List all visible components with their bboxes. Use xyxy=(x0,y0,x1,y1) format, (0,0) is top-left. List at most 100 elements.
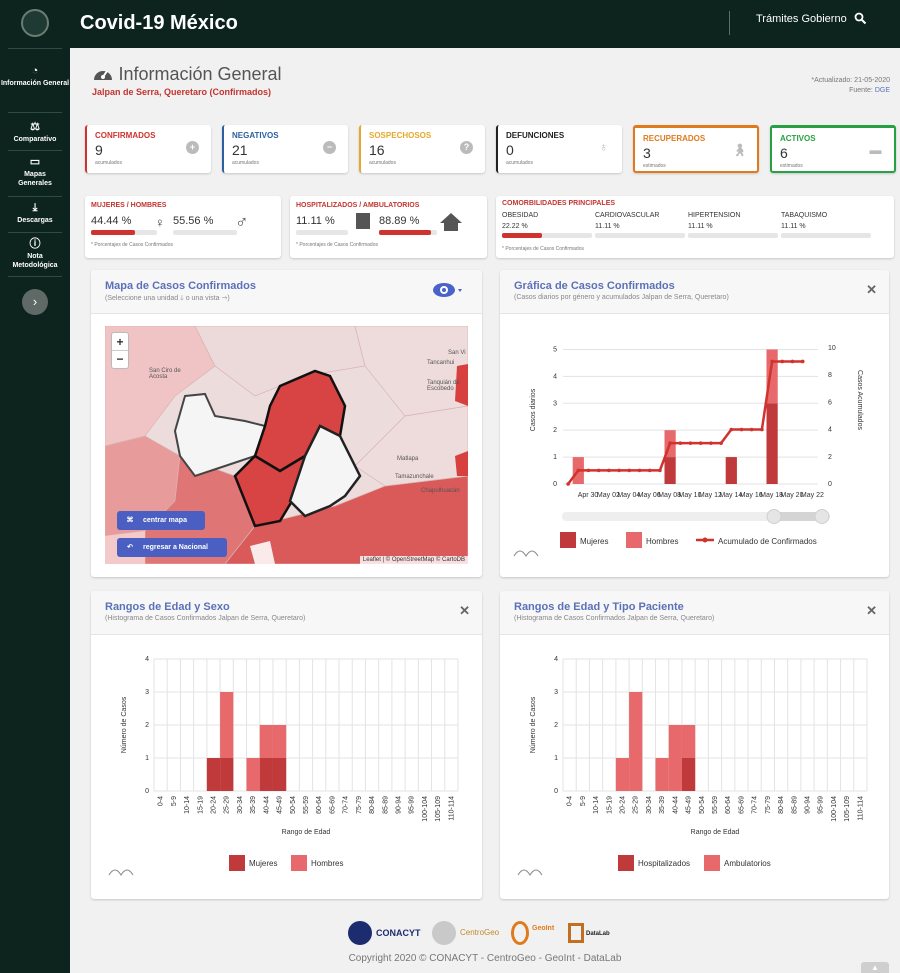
x-tick-label: 60-64 xyxy=(725,796,732,814)
view-selector[interactable] xyxy=(432,281,466,304)
y-tick-label: 0 xyxy=(145,788,149,795)
x-tick-label: 40-44 xyxy=(672,796,679,814)
panel-header xyxy=(500,591,889,635)
x-tick-label: 20-24 xyxy=(619,796,626,814)
stat-sub: acumulados xyxy=(369,160,396,166)
source-link[interactable]: DGE xyxy=(875,87,890,94)
zoom-out-button[interactable]: − xyxy=(112,351,128,368)
hospitalized-bar-track xyxy=(296,230,348,235)
sidebar-item-mapas-generales[interactable]: ▭ Mapas Generales xyxy=(0,157,70,188)
y-tick-label: 1 xyxy=(145,755,149,762)
tramites-link[interactable]: Trámites xyxy=(756,13,798,25)
search-icon[interactable] xyxy=(854,12,867,28)
stat-sub: acumulados xyxy=(506,160,533,166)
cumulative-point xyxy=(658,468,662,473)
updated-info: *Actualizado: 21-05-2020 Fuente: DGE xyxy=(811,77,890,94)
histogram-bar xyxy=(259,725,273,758)
sidebar-item-label: Comparativo xyxy=(13,136,57,143)
divider xyxy=(8,232,62,233)
zoom-in-button[interactable]: + xyxy=(112,333,128,351)
stat-sub: acumulados xyxy=(95,160,122,166)
y2-tick-label: 0 xyxy=(828,481,832,488)
back-to-national-button[interactable]: ↶ regresar a Nacional xyxy=(117,538,227,557)
x-tick-label: 30-34 xyxy=(237,796,244,814)
y-tick-label: 2 xyxy=(145,722,149,729)
stat-value: 9 xyxy=(95,142,103,158)
x-tick-label: Apr 30 xyxy=(578,492,599,499)
close-icon[interactable]: ✕ xyxy=(866,282,877,298)
legend-label: Mujeres xyxy=(249,859,277,868)
mexico-seal-logo[interactable] xyxy=(21,9,49,37)
range-slider-handle xyxy=(814,509,830,524)
balance-icon: ⚖ xyxy=(30,121,40,133)
close-icon[interactable]: ✕ xyxy=(459,603,470,619)
scroll-top-button[interactable]: ▲ xyxy=(861,962,889,973)
question-circle-icon: ? xyxy=(460,141,473,154)
center-icon: ⌘ xyxy=(126,517,134,524)
x-tick-label: 50-54 xyxy=(290,796,297,814)
map-place-label: Chapulhuacán xyxy=(421,488,460,494)
histogram-bar xyxy=(206,758,221,791)
panel-header xyxy=(91,591,482,635)
map-place-label: Tancanhui xyxy=(427,360,455,366)
legend-swatch xyxy=(560,532,576,548)
stat-value: 16 xyxy=(369,142,385,158)
cumulative-point xyxy=(739,427,744,432)
datalab-logo[interactable]: DataLab xyxy=(568,921,618,947)
chart-title: Rangos de Edad y Sexo xyxy=(105,601,230,613)
histogram-bar xyxy=(272,758,287,791)
map-attribution[interactable]: Leaflet | © OpenStreetMap © CartoDB xyxy=(359,556,468,564)
gobierno-link[interactable]: Gobierno xyxy=(801,13,846,25)
chart-title: Gráfica de Casos Confirmados xyxy=(514,280,675,292)
x-tick-label: 45-49 xyxy=(277,796,284,814)
bar-mujeres xyxy=(664,457,676,484)
conacyt-logo[interactable]: CONACYT xyxy=(348,921,421,947)
legend-swatch xyxy=(626,532,642,548)
center-map-button[interactable]: ⌘ centrar mapa xyxy=(117,511,205,530)
chart-subtitle: (Histograma de Casos Confirmados Jalpan … xyxy=(514,615,715,622)
x-tick-label: 90-94 xyxy=(396,796,403,814)
stat-label: NEGATIVOS xyxy=(232,131,279,140)
speedometer-icon xyxy=(94,70,112,80)
divider xyxy=(729,11,730,35)
x-tick-label: 55-59 xyxy=(712,796,719,814)
geoint-logo[interactable]: GeoInt xyxy=(511,921,561,947)
ambulatory-percent: 88.89 % xyxy=(379,215,420,227)
home-icon xyxy=(440,213,462,231)
app-title[interactable]: Covid-19 México xyxy=(80,12,238,35)
updated-date: *Actualizado: 21-05-2020 xyxy=(811,77,890,84)
y-tick-label: 0 xyxy=(553,481,557,488)
x-tick-label: May 22 xyxy=(801,492,824,499)
age-patient-panel: Rangos de Edad y Tipo Paciente (Histogra… xyxy=(500,591,889,899)
y2-axis-label: Casos Acumulados xyxy=(856,370,863,430)
sidebar-item-informacion-general[interactable]: ◔ Información General xyxy=(0,66,70,88)
x-tick-label: 35-39 xyxy=(250,796,257,814)
x-tick-label: 35-39 xyxy=(659,796,666,814)
legend-label: Mujeres xyxy=(580,537,608,546)
map-canvas[interactable]: San Ciro de Acosta San Vi Tancanhui Tanq… xyxy=(105,326,468,564)
histogram-bar xyxy=(681,725,696,758)
centrogeo-logo[interactable]: CentroGeo xyxy=(432,921,504,947)
panel-header xyxy=(500,270,889,314)
close-icon[interactable]: ✕ xyxy=(866,603,877,619)
y-tick-label: 5 xyxy=(553,346,557,353)
map-place-label: San Vi xyxy=(448,350,466,356)
x-tick-label: 80-84 xyxy=(778,796,785,814)
cumulative-point xyxy=(698,441,703,445)
center-map-label: centrar mapa xyxy=(143,517,187,524)
minus-circle-icon: − xyxy=(323,141,336,154)
expand-sidebar-button[interactable]: › xyxy=(22,289,48,315)
comorbidity-name: OBESIDAD xyxy=(502,212,539,219)
y-tick-label: 2 xyxy=(554,722,558,729)
stat-sub: estimados xyxy=(780,163,803,169)
sidebar-item-comparativo[interactable]: ⚖ Comparativo xyxy=(0,122,70,144)
stat-sub: acumulados xyxy=(232,160,259,166)
x-tick-label: 45-49 xyxy=(686,796,693,814)
sidebar-item-descargas[interactable]: ⤓ Descargas xyxy=(0,203,70,225)
legend-swatch xyxy=(704,855,720,871)
page-title: Información General xyxy=(118,64,282,84)
y-axis-label: Casos diarios xyxy=(530,388,537,431)
back-to-national-label: regresar a Nacional xyxy=(143,544,208,551)
cumulative-point xyxy=(627,468,632,473)
sidebar-item-nota-metodologica[interactable]: ⓘ Nota Metodológica xyxy=(0,239,70,270)
